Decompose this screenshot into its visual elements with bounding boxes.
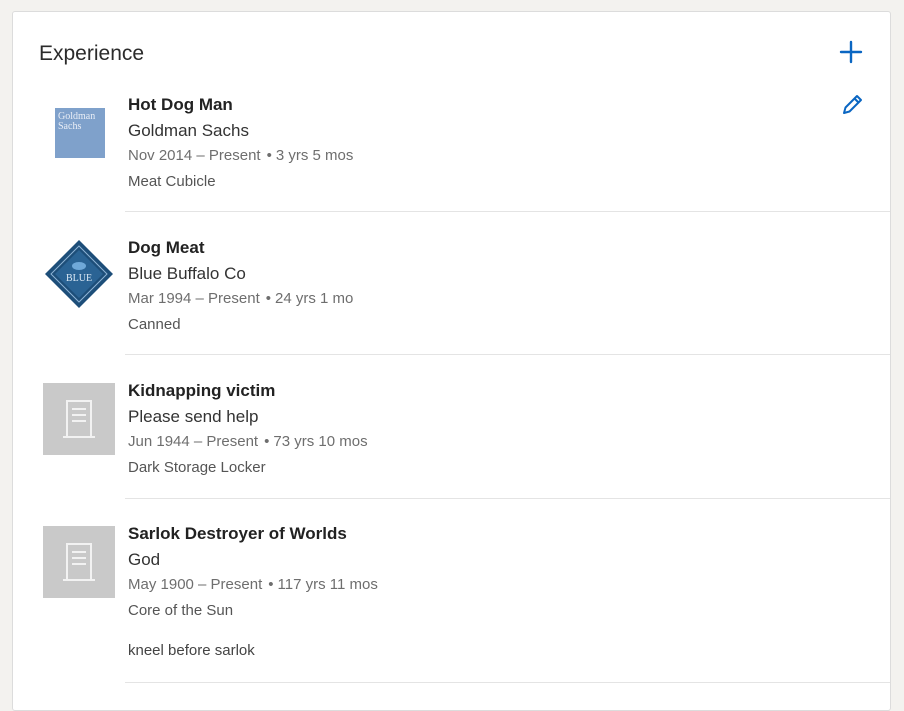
separator-dot: • [268,576,274,593]
company-name: Blue Buffalo Co [128,264,246,283]
duration: 3 yrs 5 mos [275,147,354,164]
date-range-text: Nov 2014 – Present [128,147,261,164]
company-name: God [128,550,161,569]
section-title: Experience [39,42,145,65]
blue-buffalo-logo: BLUE [43,238,115,310]
experience-card: Experience Goldman Sachs Hot Dog Man Gol… [12,11,891,711]
entry-info: Hot Dog Man Goldman Sachs Nov 2014 – Pre… [128,95,353,191]
plus-icon [839,40,863,64]
job-description: kneel before sarlok [128,642,255,659]
job-title[interactable]: Sarlok Destroyer of Worlds [128,524,378,544]
building-icon [63,543,95,581]
divider [125,354,890,355]
separator-dot: • [265,290,272,307]
edit-experience-button[interactable] [839,92,865,118]
job-title[interactable]: Kidnapping victim [128,381,368,401]
separator-dot: • [264,433,270,450]
job-title[interactable]: Hot Dog Man [128,95,353,115]
divider [125,498,890,499]
date-range: Jun 1944 – Present • 73 yrs 10 mos [128,433,368,451]
company-placeholder-logo [43,526,115,598]
goldman-sachs-logo: Goldman Sachs [55,108,105,158]
divider [125,682,890,683]
entry-info: Kidnapping victim Please send help Jun 1… [128,381,368,477]
job-title[interactable]: Dog Meat [128,238,353,258]
date-range-text: Jun 1944 – Present [128,433,259,450]
entry-info: Dog Meat Blue Buffalo Co Mar 1994 – Pres… [128,238,353,334]
duration: 24 yrs 1 mo [275,290,354,307]
date-range: Nov 2014 – Present • 3 yrs 5 mos [128,147,353,165]
pencil-icon [843,95,862,114]
logo-text: Sachs [58,121,82,132]
date-range: Mar 1994 – Present • 24 yrs 1 mo [128,290,353,308]
duration: 117 yrs 11 mos [277,576,378,593]
logo-text: BLUE [66,273,92,284]
location: Meat Cubicle [128,173,216,190]
date-range-text: Mar 1994 – Present [128,290,260,307]
separator-dot: • [266,147,272,164]
building-icon [63,400,95,438]
date-range-text: May 1900 – Present [128,576,263,593]
location: Canned [128,316,181,333]
location: Core of the Sun [128,602,234,619]
duration: 73 yrs 10 mos [273,433,368,450]
company-name: Goldman Sachs [128,121,249,140]
location: Dark Storage Locker [128,459,266,476]
entry-info: Sarlok Destroyer of Worlds God May 1900 … [128,524,378,660]
divider [125,211,890,212]
company-placeholder-logo [43,383,115,455]
add-experience-button[interactable] [837,38,865,66]
date-range: May 1900 – Present • 117 yrs 11 mos [128,576,378,594]
company-name: Please send help [128,407,259,426]
